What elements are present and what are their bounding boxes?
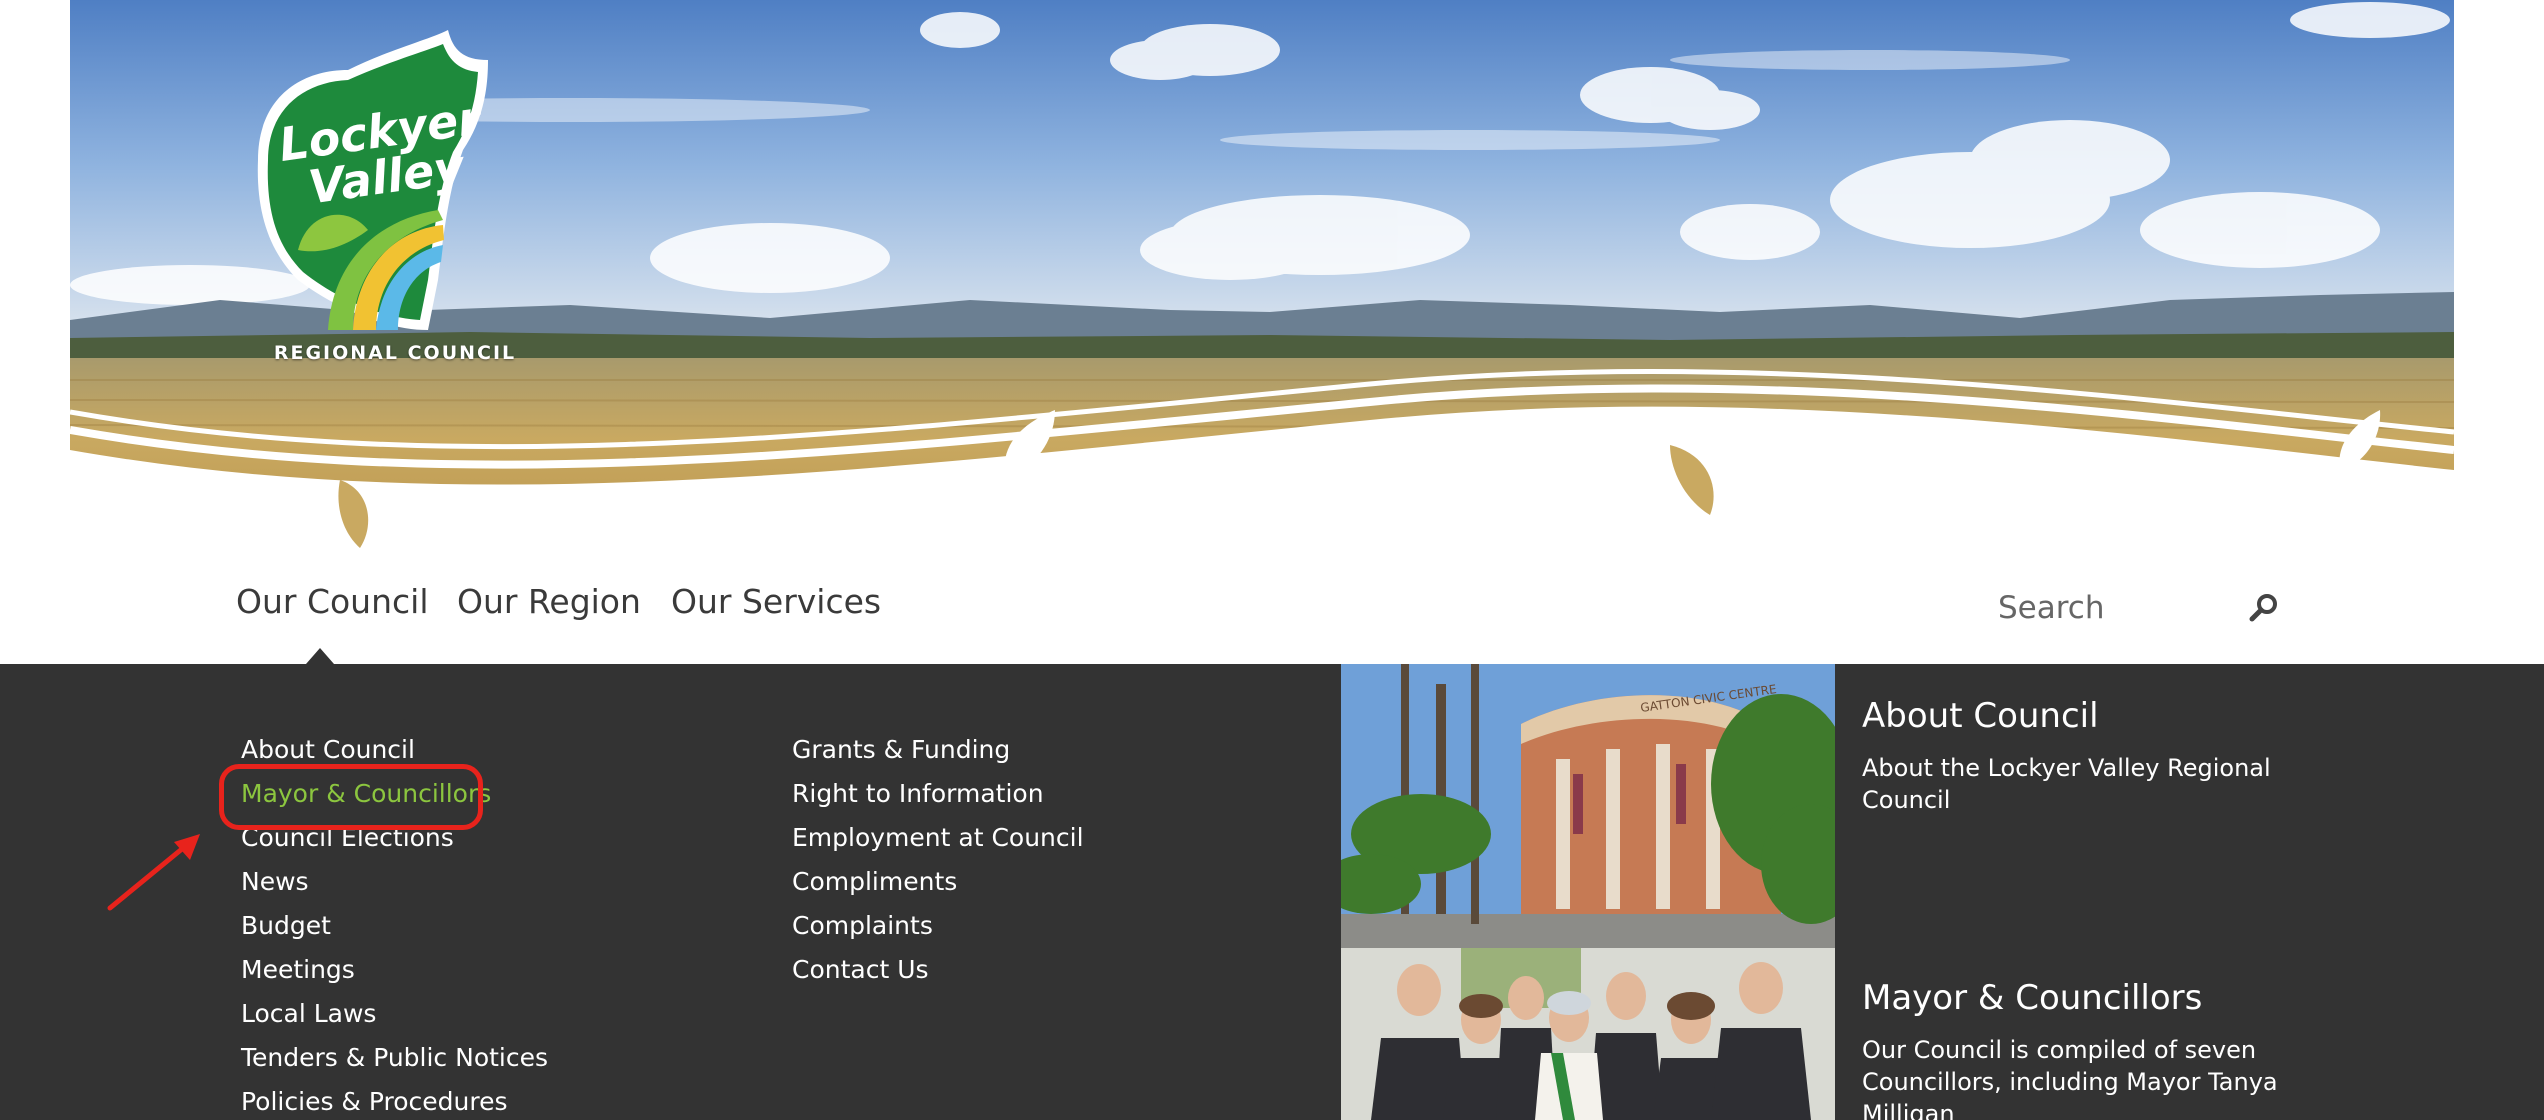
menu-link-complaints[interactable]: Complaints bbox=[792, 904, 1084, 948]
search-icon bbox=[2249, 594, 2277, 622]
header-banner: Lockyer Valley REGIONAL COUNCIL bbox=[70, 0, 2454, 560]
search-form bbox=[1982, 576, 2282, 640]
menu-link-local-laws[interactable]: Local Laws bbox=[241, 992, 548, 1036]
feature-description: Our Council is compiled of seven Council… bbox=[1862, 1036, 2278, 1120]
menu-link-compliments[interactable]: Compliments bbox=[792, 860, 1084, 904]
menu-link-budget[interactable]: Budget bbox=[241, 904, 548, 948]
council-logo[interactable]: Lockyer Valley bbox=[238, 30, 538, 370]
logo-subtitle: REGIONAL COUNCIL bbox=[273, 342, 517, 364]
feature-image-civic-centre[interactable]: GATTON CIVIC CENTRE bbox=[1341, 664, 1835, 948]
search-button[interactable] bbox=[2244, 588, 2284, 628]
menu-link-employment[interactable]: Employment at Council bbox=[792, 816, 1084, 860]
menu-link-grants-funding[interactable]: Grants & Funding bbox=[792, 728, 1084, 772]
menu-link-meetings[interactable]: Meetings bbox=[241, 948, 548, 992]
feature-image-councillors[interactable] bbox=[1341, 948, 1835, 1120]
active-nav-caret bbox=[306, 648, 334, 664]
menu-link-policies-procedures[interactable]: Policies & Procedures bbox=[241, 1080, 548, 1120]
menu-link-tenders-public-notices[interactable]: Tenders & Public Notices bbox=[241, 1036, 548, 1080]
nav-our-services[interactable]: Our Services bbox=[671, 560, 881, 664]
feature-description: About the Lockyer Valley Regional Counci… bbox=[1862, 754, 2271, 814]
feature-title[interactable]: About Council bbox=[1862, 690, 2302, 742]
councillors-group-photo bbox=[1341, 948, 1835, 1120]
feature-title[interactable]: Mayor & Councillors bbox=[1862, 972, 2302, 1024]
annotation-arrow-icon bbox=[107, 834, 200, 911]
feature-about-council: About Council About the Lockyer Valley R… bbox=[1862, 690, 2302, 816]
menu-column-2: Grants & Funding Right to Information Em… bbox=[792, 728, 1084, 992]
civic-centre-photo: GATTON CIVIC CENTRE bbox=[1341, 664, 1835, 948]
menu-link-right-to-information[interactable]: Right to Information bbox=[792, 772, 1084, 816]
annotation-highlight-box bbox=[219, 764, 483, 830]
menu-link-contact-us[interactable]: Contact Us bbox=[792, 948, 1084, 992]
search-input[interactable] bbox=[1982, 576, 2222, 640]
feature-mayor-councillors: Mayor & Councillors Our Council is compi… bbox=[1862, 972, 2302, 1120]
nav-our-region[interactable]: Our Region bbox=[457, 560, 641, 664]
menu-link-news[interactable]: News bbox=[241, 860, 548, 904]
